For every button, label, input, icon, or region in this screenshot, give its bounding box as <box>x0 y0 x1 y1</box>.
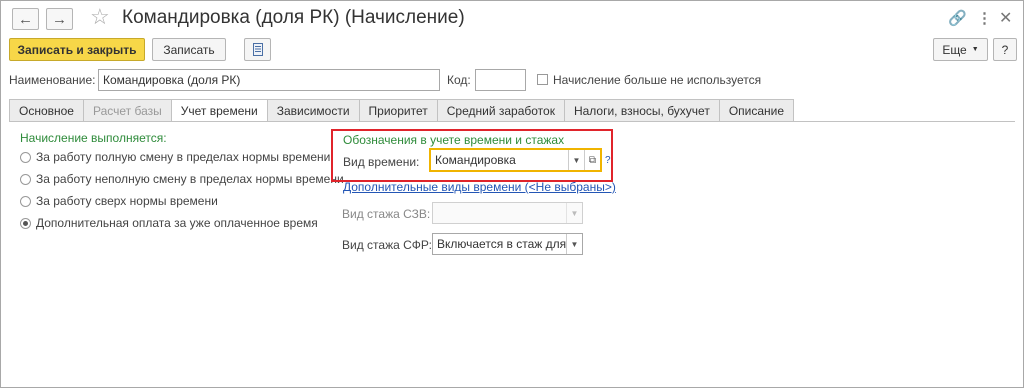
forward-button[interactable]: → <box>46 8 73 30</box>
star-icon[interactable]: ☆ <box>90 4 110 30</box>
szv-label: Вид стажа СЗВ: <box>342 207 431 221</box>
code-label: Код: <box>447 73 471 87</box>
back-button[interactable]: ← <box>12 8 39 30</box>
help-question[interactable]: ? <box>605 155 611 166</box>
time-kind-value: Командировка <box>435 153 516 167</box>
save-label: Записать <box>163 42 215 57</box>
save-button[interactable]: Записать <box>152 38 226 61</box>
page-title: Командировка (доля РК) (Начисление) <box>122 7 465 28</box>
report-button[interactable] <box>244 38 271 61</box>
tab-main[interactable]: Основное <box>9 99 84 122</box>
save-and-close-button[interactable]: Записать и закрыть <box>9 38 145 61</box>
chevron-down-icon: ▼ <box>566 203 582 223</box>
arrow-left-icon: ← <box>18 10 33 28</box>
tab-description[interactable]: Описание <box>719 99 795 122</box>
help-button[interactable]: ? <box>993 38 1017 61</box>
radio-partial-shift-label[interactable]: За работу неполную смену в пределах норм… <box>36 172 344 186</box>
more-button[interactable]: Еще ▼ <box>933 38 988 61</box>
tab-divider <box>9 121 1015 122</box>
szv-combo[interactable]: ▼ <box>432 202 583 224</box>
help-label: ? <box>1001 42 1009 57</box>
document-icon <box>252 43 263 56</box>
radio-full-shift-label[interactable]: За работу полную смену в пределах нормы … <box>36 150 330 164</box>
more-label: Еще <box>942 42 967 57</box>
radio-overtime[interactable] <box>20 196 31 207</box>
more-vertical-icon[interactable]: ⋮ <box>977 9 992 27</box>
unused-label: Начисление больше не используется <box>553 73 762 87</box>
chevron-down-icon: ▼ <box>971 46 979 53</box>
radio-additional-payment[interactable] <box>20 218 31 229</box>
close-icon[interactable]: ✕ <box>999 8 1012 28</box>
code-field[interactable] <box>475 69 526 91</box>
time-designation-heading: Обозначения в учете времени и стажах <box>343 133 565 147</box>
link-icon[interactable]: 🔗 <box>948 9 967 27</box>
radio-overtime-label[interactable]: За работу сверх нормы времени <box>36 194 218 208</box>
extra-time-kinds-link[interactable]: Дополнительные виды времени (<Не выбраны… <box>343 180 616 194</box>
tab-base-calc[interactable]: Расчет базы <box>83 99 172 122</box>
name-field-value: Командировка (доля РК) <box>103 73 241 87</box>
sfr-combo[interactable]: Включается в стаж для... ▼ <box>432 233 583 255</box>
save-and-close-label: Записать и закрыть <box>17 42 137 57</box>
tab-bar: Основное Расчет базы Учет времени Зависи… <box>9 99 795 122</box>
tab-time-accounting[interactable]: Учет времени <box>171 99 268 122</box>
tab-average-earnings[interactable]: Средний заработок <box>437 99 565 122</box>
tab-dependencies[interactable]: Зависимости <box>267 99 360 122</box>
open-icon[interactable]: ⧉ <box>584 150 600 170</box>
arrow-right-icon: → <box>52 10 67 28</box>
time-kind-label: Вид времени: <box>343 155 420 169</box>
sfr-label: Вид стажа СФР: <box>342 238 432 252</box>
sfr-value: Включается в стаж для... <box>437 237 566 251</box>
radio-full-shift[interactable] <box>20 152 31 163</box>
tab-taxes[interactable]: Налоги, взносы, бухучет <box>564 99 720 122</box>
time-kind-combo[interactable]: Командировка ▼ ⧉ <box>429 148 602 172</box>
chevron-down-icon[interactable]: ▼ <box>568 150 584 170</box>
name-field[interactable]: Командировка (доля РК) <box>98 69 440 91</box>
window-frame: ← → ☆ Командировка (доля РК) (Начисление… <box>0 0 1024 388</box>
radio-partial-shift[interactable] <box>20 174 31 185</box>
unused-checkbox[interactable] <box>537 74 548 85</box>
radio-additional-payment-label[interactable]: Дополнительная оплата за уже оплаченное … <box>36 216 318 230</box>
accrual-heading: Начисление выполняется: <box>20 131 167 145</box>
name-label: Наименование: <box>9 73 96 87</box>
chevron-down-icon[interactable]: ▼ <box>566 234 582 254</box>
tab-priority[interactable]: Приоритет <box>359 99 438 122</box>
